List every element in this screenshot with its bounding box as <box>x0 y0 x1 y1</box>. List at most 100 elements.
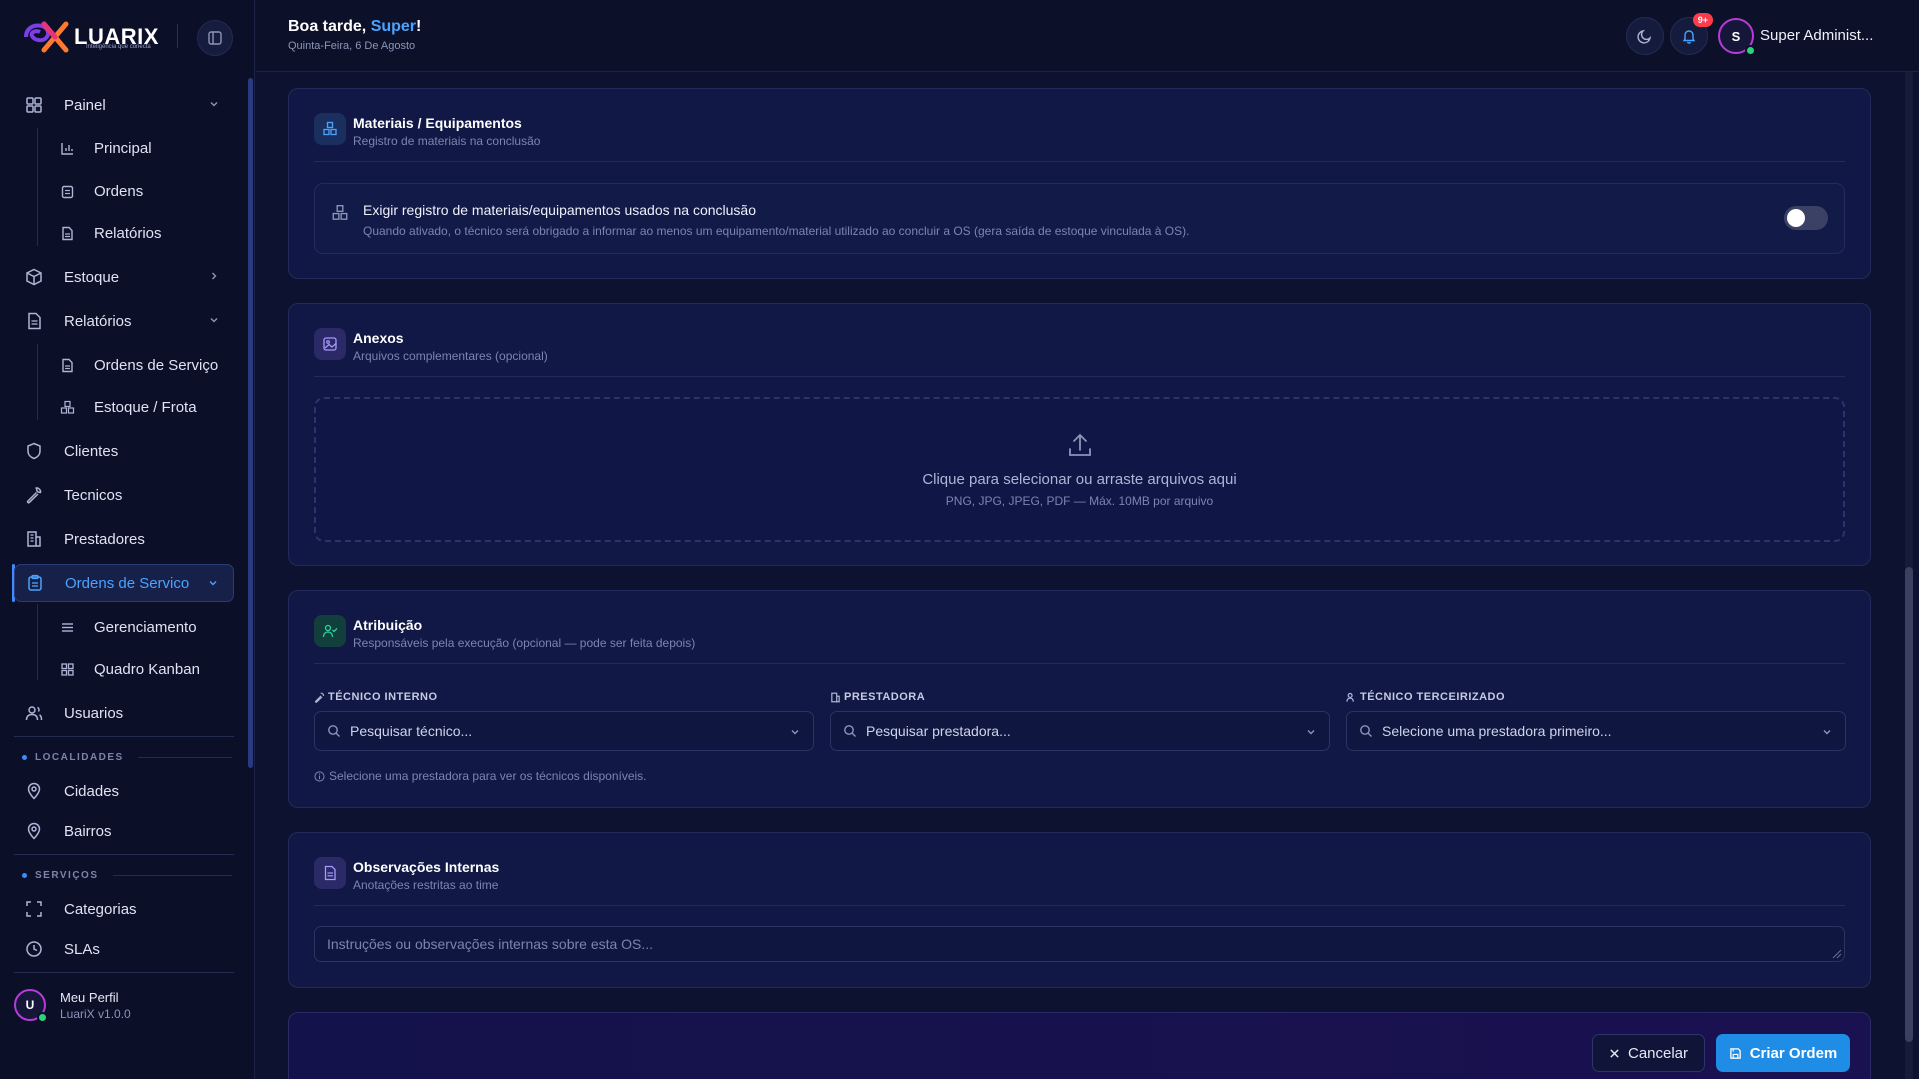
sidebar-item-usuarios[interactable]: Usuarios <box>14 694 234 732</box>
users-icon <box>25 706 43 721</box>
sidebar-item-clientes[interactable]: Clientes <box>14 432 234 470</box>
card-title: Materiais / Equipamentos <box>353 115 522 131</box>
option-title: Exigir registro de materiais/equipamento… <box>363 202 756 218</box>
current-date: Quinta-Feira, 6 De Agosto <box>288 40 416 52</box>
sidebar-item-bairros[interactable]: Bairros <box>14 812 234 850</box>
sidebar-item-ordens-de-servico[interactable]: Ordens de Servico <box>14 564 234 602</box>
sidebar-item-painel[interactable]: Painel <box>14 86 234 124</box>
dropzone-hint: PNG, JPG, JPEG, PDF — Máx. 10MB por arqu… <box>945 494 1214 508</box>
profile-link[interactable]: U Meu Perfil LuariX v1.0.0 <box>14 985 239 1025</box>
notifications-button[interactable]: 9+ <box>1670 13 1713 55</box>
prestadora-select[interactable]: Pesquisar prestadora... <box>830 711 1330 751</box>
section-dot <box>22 873 27 878</box>
dropzone-text: Clique para selecionar ou arraste arquiv… <box>922 471 1237 488</box>
avatar: U <box>14 989 48 1023</box>
sidebar-item-label: Ordens de Serviço <box>94 356 219 374</box>
card-icon-wrapper <box>314 113 346 145</box>
sidebar-item-cidades[interactable]: Cidades <box>14 772 234 810</box>
create-order-button[interactable]: Criar Ordem <box>1716 1034 1850 1072</box>
sidebar-item-label: Ordens de Servico <box>65 574 190 592</box>
scrollbar-thumb[interactable] <box>1905 567 1913 1042</box>
main-scrollbar[interactable] <box>1905 72 1913 1079</box>
sidebar-item-estoque[interactable]: Estoque <box>14 258 234 296</box>
require-materials-option: Exigir registro de materiais/equipamento… <box>314 183 1845 254</box>
sidebar-item-tecnicos[interactable]: Tecnicos <box>14 476 234 514</box>
card-divider <box>314 905 1845 906</box>
section-servicos: SERVIÇOS <box>22 870 232 881</box>
card-header: Materiais / Equipamentos Registro de mat… <box>314 113 540 148</box>
collapse-sidebar-button[interactable] <box>197 20 233 56</box>
user-avatar[interactable]: S <box>1718 18 1756 56</box>
field-label-text: PRESTADORA <box>844 691 926 703</box>
building-icon <box>831 692 840 702</box>
sidebar-item-label: Bairros <box>64 822 112 840</box>
bar-chart-icon <box>61 142 73 155</box>
section-rule <box>112 875 232 876</box>
section-rule <box>137 757 232 758</box>
sidebar-item-label: Clientes <box>64 442 119 460</box>
assignment-hint: Selecione uma prestadora para ver os téc… <box>314 769 647 783</box>
sidebar-item-label: Estoque <box>64 268 120 286</box>
sidebar-divider <box>14 972 234 973</box>
button-label: Cancelar <box>1627 1044 1689 1062</box>
sidebar-item-quadro-kanban[interactable]: Quadro Kanban <box>60 652 240 686</box>
resize-grip-icon[interactable] <box>1830 947 1842 959</box>
image-icon <box>323 337 337 351</box>
top-header: Boa tarde, Super! Quinta-Feira, 6 De Ago… <box>256 0 1919 72</box>
submenu-line <box>37 128 38 246</box>
greeting-name: Super <box>370 18 417 35</box>
sidebar-scrollbar[interactable] <box>248 78 253 768</box>
card-icon-wrapper <box>314 328 346 360</box>
chevron-down-icon <box>1307 730 1315 735</box>
cancel-button[interactable]: Cancelar <box>1592 1034 1705 1072</box>
clipboard-icon <box>61 185 74 198</box>
boxes-icon <box>332 205 348 220</box>
brand-logo[interactable]: LUARIX Inteligência que conecta <box>22 18 172 56</box>
list-icon <box>62 622 73 632</box>
internal-notes-textarea[interactable]: Instruções ou observações internas sobre… <box>314 926 1845 962</box>
sidebar-item-relatorio-ordens-servico[interactable]: Ordens de Serviço <box>60 348 240 382</box>
field-label-tecnico-terceirizado: TÉCNICO TERCEIRIZADO <box>1346 691 1505 703</box>
field-label-text: TÉCNICO INTERNO <box>328 691 438 703</box>
section-label: SERVIÇOS <box>35 870 99 881</box>
sidebar-item-relatorios-painel[interactable]: Relatórios <box>60 216 240 250</box>
file-dropzone[interactable]: Clique para selecionar ou arraste arquiv… <box>314 397 1845 542</box>
sidebar-item-ordens[interactable]: Ordens <box>60 174 240 208</box>
tecnico-terceirizado-select[interactable]: Selecione uma prestadora primeiro... <box>1346 711 1846 751</box>
sidebar-item-prestadores[interactable]: Prestadores <box>14 520 234 558</box>
sidebar-item-slas[interactable]: SLAs <box>14 930 234 968</box>
hint-text: Selecione uma prestadora para ver os téc… <box>329 769 647 783</box>
card-subtitle: Anotações restritas ao time <box>353 878 499 892</box>
tecnico-interno-select[interactable]: Pesquisar técnico... <box>314 711 814 751</box>
sidebar-item-label: Ordens <box>94 182 144 200</box>
chevron-down-icon <box>791 730 799 735</box>
building-icon <box>27 531 41 547</box>
theme-toggle-button[interactable] <box>1626 17 1664 55</box>
sidebar-item-label: Categorias <box>64 900 137 918</box>
sidebar-item-relatorios[interactable]: Relatórios <box>14 302 234 340</box>
sidebar-item-gerenciamento[interactable]: Gerenciamento <box>60 610 240 644</box>
field-label-tecnico-interno: TÉCNICO INTERNO <box>314 691 438 703</box>
card-subtitle: Arquivos complementares (opcional) <box>353 349 548 363</box>
materiais-card: Materiais / Equipamentos Registro de mat… <box>288 88 1871 279</box>
select-placeholder: Pesquisar técnico... <box>350 723 473 739</box>
require-materials-toggle[interactable] <box>1784 206 1828 230</box>
sidebar-item-principal[interactable]: Principal <box>60 131 240 165</box>
card-header: Atribuição Responsáveis pela execução (o… <box>314 615 695 650</box>
toggle-knob <box>1787 209 1805 227</box>
sidebar-item-label: Usuarios <box>64 704 124 722</box>
moon-icon <box>1637 29 1652 44</box>
greeting-suffix: ! <box>416 18 422 35</box>
select-placeholder: Selecione uma prestadora primeiro... <box>1382 723 1612 739</box>
avatar-initial: S <box>1731 28 1741 44</box>
profile-name: Meu Perfil <box>60 989 119 1005</box>
sidebar-item-categorias[interactable]: Categorias <box>14 890 234 928</box>
upload-icon <box>1068 433 1091 456</box>
section-dot <box>22 755 27 760</box>
sidebar-item-relatorio-estoque-frota[interactable]: Estoque / Frota <box>60 390 240 424</box>
anexos-card: Anexos Arquivos complementares (opcional… <box>288 303 1871 566</box>
user-name[interactable]: Super Administ... <box>1760 27 1873 44</box>
option-description: Quando ativado, o técnico será obrigado … <box>363 224 1190 238</box>
chevron-down-icon <box>209 581 217 586</box>
wrench-icon <box>314 692 325 703</box>
